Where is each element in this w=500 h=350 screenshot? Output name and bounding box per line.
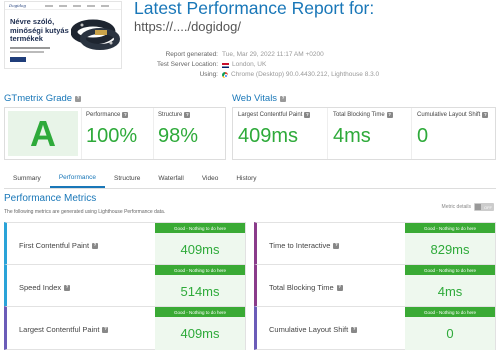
metric-details-toggle[interactable]: OFF — [474, 203, 494, 211]
metric-value: 0 — [405, 317, 495, 350]
web-vitals-title: Web Vitals ? — [232, 93, 287, 104]
chrome-icon — [222, 72, 229, 79]
tab-structure[interactable]: Structure — [105, 169, 149, 188]
help-icon[interactable]: ? — [333, 242, 340, 249]
performance-score: Performance? 100% — [81, 108, 153, 159]
vital-cls-label: Cumulative Layout Shift — [416, 112, 481, 118]
report-url: https://..../dogidog/ — [134, 19, 241, 34]
help-icon[interactable]: ? — [336, 284, 343, 291]
structure-score: Structure? 98% — [153, 108, 225, 159]
thumbnail-cta-button — [10, 57, 26, 62]
structure-label: Structure — [158, 112, 183, 118]
help-icon[interactable]: ? — [386, 112, 393, 118]
thumbnail-text-line — [10, 51, 44, 53]
metrics-description: The following metrics are generated usin… — [4, 209, 166, 215]
metric-status-badge: Good - Nothing to do here — [155, 223, 245, 233]
metric-status-badge: Good - Nothing to do here — [155, 307, 245, 317]
using-label: Using: — [199, 71, 218, 78]
thumbnail-headline: Névre szóló, minőségi kutyás termékek — [10, 17, 69, 43]
report-tabs: Summary Performance Structure Waterfall … — [4, 169, 496, 189]
metric-card-tbt[interactable]: Total Blocking Time? Good - Nothing to d… — [254, 264, 496, 308]
metric-value: 409ms — [155, 317, 245, 350]
metric-card-cls[interactable]: Cumulative Layout Shift? Good - Nothing … — [254, 306, 496, 350]
thumbnail-text-line — [10, 47, 50, 49]
tab-history[interactable]: History — [227, 169, 265, 188]
help-icon[interactable]: ? — [122, 112, 129, 118]
metrics-title: Performance Metrics — [4, 193, 97, 204]
server-location-label: Test Server Location: — [156, 61, 218, 68]
server-location-value: London, UK — [232, 61, 267, 68]
web-vitals-panel: Largest Contentful Paint? 409ms Total Bl… — [232, 107, 496, 160]
vital-tbt-value: 4ms — [332, 125, 371, 147]
help-icon[interactable]: ? — [482, 112, 489, 118]
grade-section-title: GTmetrix Grade ? — [4, 93, 82, 104]
report-meta: Report generated: Tue, Mar 29, 2022 11:1… — [100, 50, 400, 80]
metric-value: 4ms — [405, 275, 495, 308]
metric-details-label: Metric details — [441, 204, 471, 210]
metric-label: Largest Contentful Paint — [19, 325, 100, 334]
vital-lcp-label: Largest Contentful Paint — [238, 112, 303, 118]
metric-card-fcp[interactable]: First Contentful Paint? Good - Nothing t… — [4, 222, 246, 266]
tab-summary[interactable]: Summary — [4, 169, 50, 188]
thumbnail-logo: Dogidog — [9, 3, 26, 8]
help-icon[interactable]: ? — [102, 326, 109, 333]
report-title: Latest Performance Report for: — [134, 0, 375, 18]
generated-value: Tue, Mar 29, 2022 11:17 AM +0200 — [222, 51, 324, 58]
tab-video[interactable]: Video — [193, 169, 228, 188]
performance-label: Performance — [86, 112, 121, 118]
metric-value: 514ms — [155, 275, 245, 308]
help-icon[interactable]: ? — [75, 95, 82, 102]
metric-label: First Contentful Paint — [19, 241, 90, 250]
tab-waterfall[interactable]: Waterfall — [149, 169, 192, 188]
help-icon[interactable]: ? — [64, 284, 71, 291]
metric-card-tti[interactable]: Time to Interactive? Good - Nothing to d… — [254, 222, 496, 266]
uk-flag-icon — [222, 62, 229, 68]
metric-status-badge: Good - Nothing to do here — [405, 223, 495, 233]
grade-letter: A — [8, 111, 78, 156]
metric-label: Time to Interactive — [269, 241, 331, 250]
metric-card-lcp[interactable]: Largest Contentful Paint? Good - Nothing… — [4, 306, 246, 350]
metric-value: 829ms — [405, 233, 495, 266]
metric-label: Cumulative Layout Shift — [269, 325, 349, 334]
help-icon[interactable]: ? — [304, 112, 311, 118]
metric-status-badge: Good - Nothing to do here — [405, 265, 495, 275]
tab-performance[interactable]: Performance — [49, 169, 106, 188]
vital-lcp-value: 409ms — [238, 125, 299, 147]
grade-panel: A Performance? 100% Structure? 98% — [4, 107, 226, 160]
help-icon[interactable]: ? — [92, 242, 99, 249]
metric-details-toggle-group: Metric details OFF — [442, 203, 494, 211]
metric-card-speed-index[interactable]: Speed Index? Good - Nothing to do here 5… — [4, 264, 246, 308]
metric-status-badge: Good - Nothing to do here — [405, 307, 495, 317]
vital-cls-value: 0 — [416, 125, 429, 147]
generated-label: Report generated: — [165, 51, 218, 58]
metric-value: 409ms — [155, 233, 245, 266]
using-value: Chrome (Desktop) 90.0.4430.212, Lighthou… — [231, 71, 380, 78]
help-icon[interactable]: ? — [184, 112, 191, 118]
vital-lcp: Largest Contentful Paint? 409ms — [233, 108, 327, 159]
thumbnail-nav-links — [45, 5, 109, 7]
metric-status-badge: Good - Nothing to do here — [155, 265, 245, 275]
performance-value: 100% — [86, 125, 138, 147]
help-icon[interactable]: ? — [351, 326, 358, 333]
vital-cls: Cumulative Layout Shift? 0 — [410, 108, 495, 159]
help-icon[interactable]: ? — [280, 95, 287, 102]
metric-label: Total Blocking Time — [269, 283, 334, 292]
vital-tbt: Total Blocking Time? 4ms — [326, 108, 411, 159]
metric-label: Speed Index — [19, 283, 62, 292]
vital-tbt-label: Total Blocking Time — [332, 112, 385, 118]
structure-value: 98% — [158, 125, 199, 147]
